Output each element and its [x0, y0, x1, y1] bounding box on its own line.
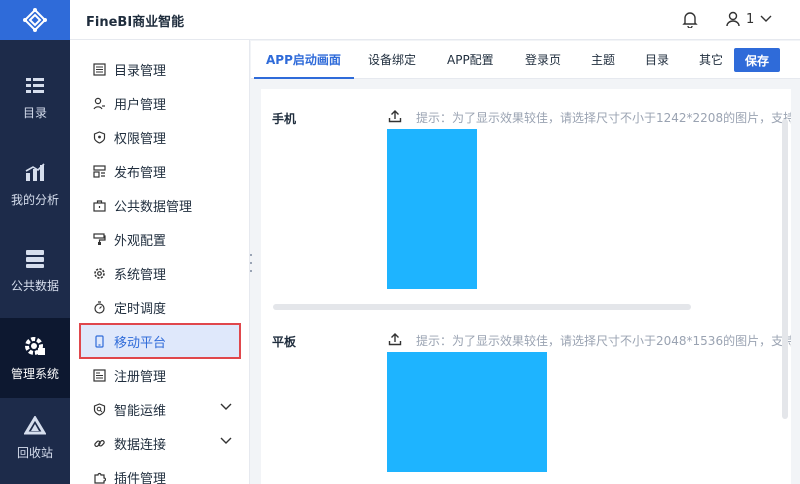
- panel-resize-handle[interactable]: [249, 254, 257, 272]
- nav-item-data-connection[interactable]: 数据连接: [80, 426, 240, 460]
- phone-splash-preview[interactable]: [387, 129, 477, 289]
- timer-icon: [93, 300, 105, 314]
- rail-item-public-data[interactable]: 公共数据: [0, 231, 70, 311]
- tab-label: 其它: [699, 53, 724, 67]
- active-tab-indicator: [254, 77, 354, 79]
- upload-icon[interactable]: [388, 109, 402, 123]
- user-menu[interactable]: 1: [726, 11, 772, 27]
- phone-upload-hint: 提示：为了显示效果较佳，请选择尺寸不小于1242*2208的图片，支持: [416, 111, 791, 125]
- nav-label: 用户管理: [114, 97, 167, 113]
- tablet-upload-hint: 提示：为了显示效果较佳，请选择尺寸不小于2048*1536的图片，支持: [416, 334, 791, 348]
- rail-item-recycle[interactable]: 回收站: [0, 398, 70, 478]
- logo-icon: [23, 8, 47, 32]
- splash-settings-panel: 手机 提示：为了显示效果较佳，请选择尺寸不小于1242*2208的图片，支持 平…: [261, 89, 791, 484]
- tab-theme[interactable]: 主题: [591, 41, 615, 79]
- nav-item-appearance-config[interactable]: 外观配置: [80, 222, 240, 256]
- vertical-scrollbar[interactable]: [782, 119, 788, 419]
- user-name: 1: [746, 11, 755, 27]
- mobile-settings-tabs: APP启动画面 设备绑定 APP配置 登录页 主题 目录 其它 保存: [251, 41, 800, 79]
- rail-label-recycle: 回收站: [16, 445, 53, 460]
- rail-item-my-analysis[interactable]: 我的分析: [0, 145, 70, 225]
- nav-label: 目录管理: [114, 63, 167, 79]
- horizontal-scrollbar[interactable]: [273, 304, 691, 310]
- nav-label: 系统管理: [114, 267, 167, 283]
- nav-label: 权限管理: [114, 131, 167, 147]
- nav-item-plugin-manage[interactable]: 插件管理: [80, 460, 240, 484]
- link-icon: [93, 439, 105, 447]
- tablet-splash-preview[interactable]: [387, 352, 547, 472]
- rail-item-catalog[interactable]: 目录: [0, 58, 70, 138]
- nav-item-mobile-platform[interactable]: 移动平台: [79, 323, 241, 359]
- rail-item-manage-system[interactable]: 管理系统: [0, 318, 70, 398]
- nav-item-user-manage[interactable]: 用户管理: [80, 86, 240, 120]
- tab-catalog[interactable]: 目录: [645, 41, 669, 79]
- phone-section-label: 手机: [272, 112, 297, 126]
- nav-label: 定时调度: [114, 301, 167, 317]
- public-data-icon: [26, 249, 44, 268]
- tab-label: APP启动画面: [266, 53, 341, 67]
- gear-icon: [93, 267, 105, 279]
- rail-label-catalog: 目录: [22, 105, 47, 120]
- publish-icon: [92, 164, 106, 178]
- nav-label: 发布管理: [114, 165, 167, 181]
- rail-label-manage-system: 管理系统: [10, 366, 59, 381]
- nav-item-register-manage[interactable]: 注册管理: [80, 358, 240, 392]
- rail-label-public-data: 公共数据: [10, 278, 59, 293]
- briefcase-icon: [92, 199, 106, 212]
- tab-app-config[interactable]: APP配置: [447, 41, 494, 79]
- top-header: FineBI商业智能 1: [70, 0, 800, 40]
- nav-item-public-data-manage[interactable]: 公共数据管理: [80, 188, 240, 222]
- brush-icon: [92, 232, 106, 245]
- rail-label-my-analysis: 我的分析: [10, 192, 59, 207]
- tab-device-binding[interactable]: 设备绑定: [368, 41, 416, 79]
- save-button[interactable]: 保存: [734, 48, 780, 72]
- nav-item-permission-manage[interactable]: 权限管理: [80, 120, 240, 154]
- nav-label: 外观配置: [114, 233, 167, 249]
- tab-login-page[interactable]: 登录页: [525, 41, 561, 79]
- system-sub-nav: 目录管理 用户管理 权限管理 发布管理 公共数据管理 外观配置 系统管理 定时调…: [70, 40, 250, 484]
- tab-app-splash[interactable]: APP启动画面: [266, 41, 341, 79]
- nav-item-smart-ops[interactable]: 智能运维: [80, 392, 240, 426]
- gear-manage-icon: [25, 336, 45, 355]
- nav-label: 智能运维: [114, 403, 167, 419]
- tab-label: 主题: [591, 53, 616, 67]
- plugin-icon: [93, 472, 106, 484]
- left-rail: 目录 我的分析 公共数据 管理系统 回收站: [0, 0, 70, 484]
- nav-label: 移动平台: [114, 335, 167, 351]
- chevron-down-icon: [220, 437, 232, 444]
- bell-icon[interactable]: [682, 11, 698, 28]
- analysis-chart-icon: [25, 162, 45, 181]
- tab-label: 登录页: [525, 53, 562, 67]
- nav-label: 注册管理: [114, 369, 167, 385]
- tab-label: APP配置: [447, 53, 494, 67]
- app-logo[interactable]: [0, 0, 70, 40]
- nav-item-publish-manage[interactable]: 发布管理: [80, 154, 240, 188]
- catalog-manage-icon: [92, 62, 106, 76]
- upload-icon[interactable]: [388, 332, 402, 346]
- tablet-section-label: 平板: [272, 335, 297, 349]
- nav-label: 插件管理: [114, 471, 167, 484]
- shield-icon: [93, 130, 105, 144]
- tab-label: 设备绑定: [368, 53, 417, 67]
- app-title: FineBI商业智能: [86, 15, 185, 30]
- nav-label: 公共数据管理: [114, 199, 193, 215]
- chevron-down-icon: [220, 403, 232, 410]
- tab-label: 目录: [645, 53, 670, 67]
- user-icon: [726, 11, 740, 27]
- nav-item-system-manage[interactable]: 系统管理: [80, 256, 240, 290]
- ops-icon: [93, 402, 105, 416]
- nav-item-catalog-manage[interactable]: 目录管理: [80, 52, 240, 86]
- catalog-icon: [26, 77, 44, 93]
- recycle-icon: [24, 415, 46, 434]
- tab-other[interactable]: 其它: [699, 41, 723, 79]
- nav-label: 数据连接: [114, 437, 167, 453]
- user-icon: [92, 97, 105, 109]
- register-icon: [92, 368, 106, 382]
- chevron-down-icon: [760, 15, 772, 22]
- mobile-icon: [94, 334, 104, 348]
- nav-item-scheduled-task[interactable]: 定时调度: [80, 290, 240, 324]
